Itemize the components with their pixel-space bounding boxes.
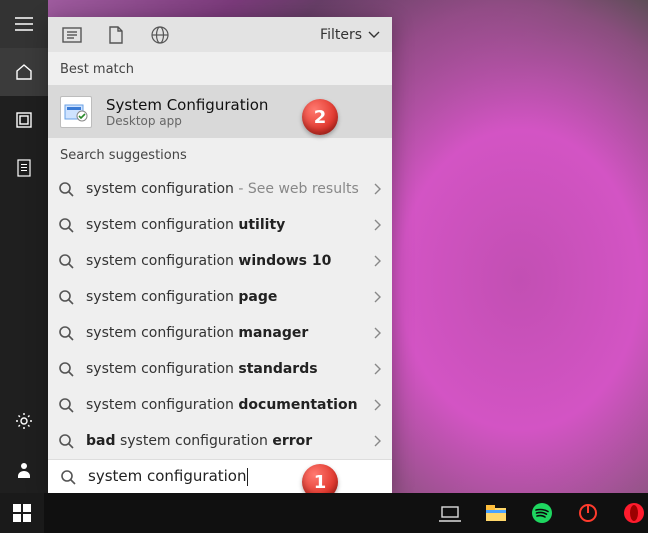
suggestion-text: bad system configuration error bbox=[86, 433, 364, 449]
search-icon bbox=[56, 251, 76, 271]
suggestion-text: system configuration utility bbox=[86, 217, 364, 233]
power-icon[interactable] bbox=[574, 499, 602, 527]
best-match-title: System Configuration bbox=[106, 96, 268, 114]
msconfig-app-icon bbox=[60, 96, 92, 128]
suggestion-text: system configuration manager bbox=[86, 325, 364, 341]
chevron-right-icon[interactable] bbox=[374, 435, 382, 447]
chevron-down-icon bbox=[368, 31, 380, 39]
suggestion-text: system configuration documentation bbox=[86, 397, 364, 413]
search-input[interactable]: system configuration bbox=[88, 467, 248, 486]
suggestion-item[interactable]: system configuration documentation bbox=[48, 387, 392, 423]
suggestion-item[interactable]: bad system configuration error bbox=[48, 423, 392, 459]
web-tab-icon[interactable] bbox=[148, 23, 172, 47]
search-icon bbox=[56, 431, 76, 451]
windows-logo-icon bbox=[13, 504, 31, 522]
profile-icon[interactable] bbox=[0, 445, 48, 493]
suggestion-text: system configuration standards bbox=[86, 361, 364, 377]
home-icon[interactable] bbox=[0, 48, 48, 96]
search-icon bbox=[56, 215, 76, 235]
apps-icon[interactable] bbox=[0, 96, 48, 144]
hamburger-icon[interactable] bbox=[0, 0, 48, 48]
documents-rail-icon[interactable] bbox=[0, 144, 48, 192]
start-left-rail bbox=[0, 0, 48, 493]
task-view-icon[interactable] bbox=[436, 499, 464, 527]
opera-icon[interactable] bbox=[620, 499, 648, 527]
start-button[interactable] bbox=[0, 493, 44, 533]
suggestions-list: system configuration - See web results sy… bbox=[48, 171, 392, 459]
search-panel-header: Filters bbox=[48, 17, 392, 52]
suggestion-text: system configuration - See web results bbox=[86, 181, 364, 197]
chevron-right-icon[interactable] bbox=[374, 255, 382, 267]
best-match-result[interactable]: System Configuration Desktop app 2 bbox=[48, 85, 392, 138]
chevron-right-icon[interactable] bbox=[374, 363, 382, 375]
recent-tab-icon[interactable] bbox=[60, 23, 84, 47]
settings-gear-icon[interactable] bbox=[0, 397, 48, 445]
spotify-icon[interactable] bbox=[528, 499, 556, 527]
search-icon bbox=[56, 395, 76, 415]
chevron-right-icon[interactable] bbox=[374, 219, 382, 231]
suggestions-section-label: Search suggestions bbox=[48, 138, 392, 171]
chevron-right-icon[interactable] bbox=[374, 327, 382, 339]
annotation-callout-2: 2 bbox=[302, 99, 338, 135]
taskbar bbox=[0, 493, 648, 533]
chevron-right-icon[interactable] bbox=[374, 183, 382, 195]
suggestion-item[interactable]: system configuration standards bbox=[48, 351, 392, 387]
suggestion-item[interactable]: system configuration page bbox=[48, 279, 392, 315]
best-match-subtitle: Desktop app bbox=[106, 114, 268, 128]
search-icon bbox=[56, 359, 76, 379]
search-icon bbox=[56, 179, 76, 199]
suggestion-item[interactable]: system configuration manager bbox=[48, 315, 392, 351]
best-match-text: System Configuration Desktop app bbox=[106, 96, 268, 128]
search-input-row: system configuration 1 bbox=[48, 459, 392, 493]
file-explorer-icon[interactable] bbox=[482, 499, 510, 527]
search-icon bbox=[56, 323, 76, 343]
best-match-section-label: Best match bbox=[48, 52, 392, 85]
search-icon bbox=[58, 467, 78, 487]
suggestion-text: system configuration page bbox=[86, 289, 364, 305]
chevron-right-icon[interactable] bbox=[374, 291, 382, 303]
filters-label: Filters bbox=[320, 27, 362, 43]
documents-tab-icon[interactable] bbox=[104, 23, 128, 47]
text-caret bbox=[247, 468, 248, 486]
start-search-panel: Filters Best match System Configuration … bbox=[48, 17, 392, 493]
search-query-text: system configuration bbox=[88, 467, 247, 485]
chevron-right-icon[interactable] bbox=[374, 399, 382, 411]
suggestion-item[interactable]: system configuration windows 10 bbox=[48, 243, 392, 279]
filters-dropdown[interactable]: Filters bbox=[320, 27, 380, 43]
suggestion-item[interactable]: system configuration - See web results bbox=[48, 171, 392, 207]
suggestion-text: system configuration windows 10 bbox=[86, 253, 364, 269]
suggestion-item[interactable]: system configuration utility bbox=[48, 207, 392, 243]
search-icon bbox=[56, 287, 76, 307]
